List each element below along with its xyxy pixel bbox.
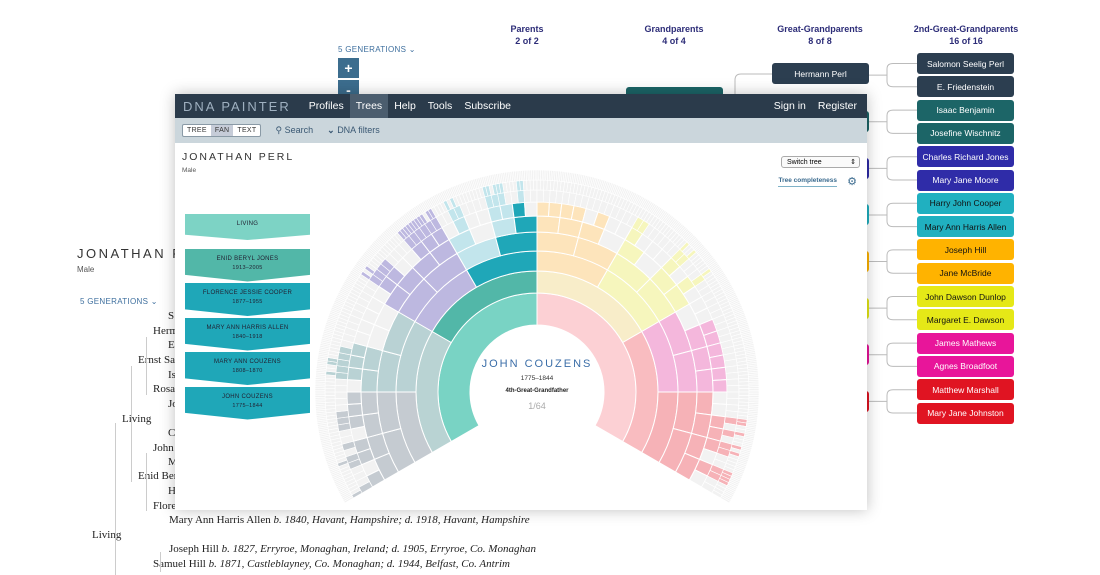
selected-person-relationship: 4th-Great-Grandfather xyxy=(505,388,569,394)
fan-ancestor-segment[interactable] xyxy=(513,215,538,234)
second-great-grandparent-box[interactable]: Isaac Benjamin xyxy=(917,99,1014,121)
fan-empty-segment[interactable] xyxy=(536,189,544,203)
fan-ancestor-segment[interactable] xyxy=(346,391,362,405)
second-great-grandparent-box[interactable]: Mary Jane Johnston xyxy=(917,402,1014,424)
fan-empty-segment[interactable] xyxy=(533,179,538,191)
fan-ancestor-segment[interactable] xyxy=(536,215,561,234)
pedigree-connector xyxy=(868,389,917,414)
fan-empty-segment[interactable] xyxy=(334,397,348,406)
fan-empty-segment[interactable] xyxy=(334,385,348,393)
fan-empty-segment[interactable] xyxy=(536,179,541,191)
fan-empty-segment[interactable] xyxy=(523,189,532,203)
fan-empty-segment[interactable] xyxy=(324,391,336,396)
fan-empty-segment[interactable] xyxy=(542,189,551,203)
fan-ancestor-segment[interactable] xyxy=(709,354,726,370)
fan-chart xyxy=(314,169,760,504)
second-great-grandparent-box[interactable]: Agnes Broadfoot xyxy=(917,355,1014,377)
fan-empty-segment[interactable] xyxy=(738,384,750,389)
fan-empty-segment[interactable] xyxy=(712,391,728,405)
fan-ancestor-segment[interactable] xyxy=(710,366,728,382)
pedigree-connector xyxy=(868,156,917,181)
fan-empty-segment[interactable] xyxy=(726,397,740,406)
pedigree-connector xyxy=(868,342,917,367)
fan-empty-segment[interactable] xyxy=(726,378,740,387)
fan-ancestor-segment[interactable] xyxy=(712,379,728,393)
second-great-grandparent-box[interactable]: James Mathews xyxy=(917,332,1014,354)
fan-empty-segment[interactable] xyxy=(726,391,740,399)
dna-painter-window: DNA PAINTER Profiles Trees Help Tools Su… xyxy=(175,94,867,510)
second-great-grandparent-box[interactable]: Mary Ann Harris Allen xyxy=(917,216,1014,238)
pedigree-connector xyxy=(868,109,917,134)
second-great-grandparent-box[interactable]: Jane McBride xyxy=(917,262,1014,284)
fan-empty-segment[interactable] xyxy=(335,404,349,413)
fan-ancestor-segment[interactable] xyxy=(511,201,527,219)
second-great-grandparent-box[interactable]: Salomon Seelig Perl xyxy=(917,53,1014,74)
pedigree-connector xyxy=(868,296,917,321)
fan-empty-segment[interactable] xyxy=(738,391,750,396)
fan-ancestor-segment[interactable] xyxy=(360,368,379,393)
ancestor-count: 1/64 xyxy=(528,401,546,411)
fan-empty-segment[interactable] xyxy=(738,388,750,393)
second-great-grandparent-box[interactable]: Matthew Marshall xyxy=(917,379,1014,401)
pedigree-connector xyxy=(868,63,917,88)
pedigree-connector xyxy=(868,249,917,274)
pedigree-connector xyxy=(868,202,917,228)
second-great-grandparent-box[interactable]: E. Friedenstein xyxy=(917,76,1014,98)
fan-empty-segment[interactable] xyxy=(346,379,362,393)
fan-empty-segment[interactable] xyxy=(324,395,336,400)
fan-empty-segment[interactable] xyxy=(529,179,534,191)
second-great-grandparent-box[interactable]: Josefine Wischnitz xyxy=(917,122,1014,144)
fan-ancestor-segment[interactable] xyxy=(499,203,515,220)
fan-empty-segment[interactable] xyxy=(334,378,348,387)
fan-ancestor-segment[interactable] xyxy=(536,201,550,217)
great-grandparent-box[interactable]: Hermann Perl xyxy=(772,63,869,84)
fan-empty-segment[interactable] xyxy=(524,201,538,217)
second-great-grandparent-box[interactable]: John Dawson Dunlop xyxy=(917,286,1014,307)
second-great-grandparent-box[interactable]: Joseph Hill xyxy=(917,239,1014,261)
fan-empty-segment[interactable] xyxy=(530,189,538,203)
second-great-grandparent-box[interactable]: Mary Jane Moore xyxy=(917,169,1014,191)
fan-empty-segment[interactable] xyxy=(725,371,739,380)
fan-ancestor-segment[interactable] xyxy=(346,402,364,418)
second-great-grandparent-box[interactable]: Margaret E. Dawson xyxy=(917,309,1014,331)
selected-person-name: JOHN COUZENS xyxy=(481,358,593,370)
fan-empty-segment[interactable] xyxy=(726,385,740,393)
fan-empty-segment[interactable] xyxy=(324,388,336,393)
second-great-grandparent-box[interactable]: Harry John Cooper xyxy=(917,192,1014,214)
fan-ancestor-segment[interactable] xyxy=(360,391,379,416)
fan-ancestor-segment[interactable] xyxy=(695,368,714,393)
fan-ancestor-segment[interactable] xyxy=(348,414,365,430)
selected-person-dates: 1775–1844 xyxy=(520,375,554,382)
second-great-grandparent-box[interactable]: Charles Richard Jones xyxy=(917,146,1014,168)
fan-empty-segment[interactable] xyxy=(334,391,348,399)
fan-ancestor-segment[interactable] xyxy=(695,391,714,416)
fan-ancestor-segment[interactable] xyxy=(516,190,525,204)
